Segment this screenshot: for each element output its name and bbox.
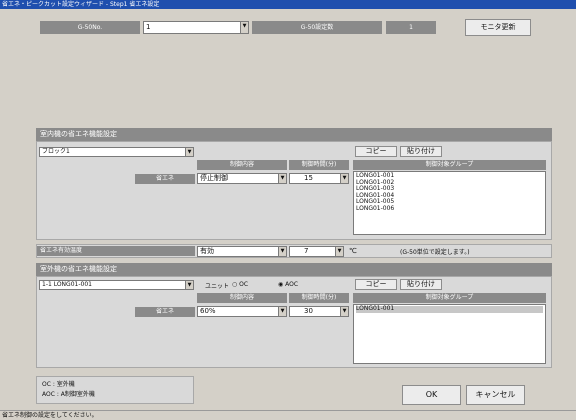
status-bar: 省エネ制御の設定をしてください。 <box>0 410 576 420</box>
list-item[interactable]: LONG01-001 <box>356 305 543 313</box>
indoor-section-header: 室内機の省エネ機能設定 <box>36 128 552 141</box>
indoor-group-list[interactable]: LONG01-001 LONG01-002 LONG01-003 LONG01-… <box>353 171 546 235</box>
chevron-down-icon[interactable]: ▼ <box>278 247 286 256</box>
window-title: 省エネ・ピークカット設定ウィザード - Step1 省エネ設定 <box>0 0 576 9</box>
indoor-paste-button[interactable]: 貼り付け <box>400 146 442 157</box>
status-text: 省エネ制御の設定をしてください。 <box>2 412 98 419</box>
outdoor-section-header: 室外機の省エネ機能設定 <box>36 263 552 276</box>
chevron-down-icon[interactable]: ▼ <box>340 174 348 183</box>
indoor-time-value: 15 <box>304 174 313 182</box>
chevron-down-icon[interactable]: ▼ <box>185 281 193 289</box>
outdoor-group-list[interactable]: LONG01-001 <box>353 304 546 364</box>
g50-no-value: 1 <box>146 23 151 31</box>
outdoor-paste-button[interactable]: 貼り付け <box>400 279 442 290</box>
outdoor-control-value: 60% <box>200 307 216 315</box>
energy-temp-unit: ℃ <box>349 247 357 255</box>
radio-on-icon[interactable]: ◉ <box>278 281 283 288</box>
outdoor-control-select[interactable]: 60% ▼ <box>197 306 287 317</box>
energy-temp-select[interactable]: 7 ▼ <box>289 246 344 257</box>
radio-off-icon[interactable]: ○ <box>232 281 237 288</box>
chevron-down-icon[interactable]: ▼ <box>278 307 286 316</box>
indoor-block-select[interactable]: ブロック1 ▼ <box>39 147 194 157</box>
chevron-down-icon[interactable]: ▼ <box>185 148 193 156</box>
outdoor-unit-value: 1-1 LONG01-001 <box>42 281 92 288</box>
legend-panel: OC : 室外機 AOC : A制御室外機 <box>36 376 194 404</box>
radio-aoc[interactable]: ◉ AOC <box>278 281 298 288</box>
energy-temp-label: 省エネ有効温度 <box>37 246 195 256</box>
radio-oc-label: OC <box>239 281 249 288</box>
energy-note: (G-50単位で設定します。) <box>400 249 470 256</box>
chevron-down-icon[interactable]: ▼ <box>240 22 248 33</box>
energy-enable-value: 有効 <box>200 247 214 255</box>
outdoor-col-time: 制御時間(分) <box>289 293 349 303</box>
legend-oc: OC : 室外機 <box>42 381 75 388</box>
cancel-button[interactable]: キャンセル <box>466 385 525 405</box>
g50-no-label: G-50No. <box>40 21 140 34</box>
chevron-down-icon[interactable]: ▼ <box>340 307 348 316</box>
energy-enable-select[interactable]: 有効 ▼ <box>197 246 287 257</box>
indoor-block-value: ブロック1 <box>42 148 70 155</box>
energy-temp-value: 7 <box>304 247 309 255</box>
indoor-col-group: 制御対象グループ <box>353 160 546 170</box>
outdoor-copy-button[interactable]: コピー <box>355 279 397 290</box>
outdoor-unit-label: ユニット <box>205 283 230 290</box>
chevron-down-icon[interactable]: ▼ <box>278 174 286 183</box>
indoor-row-label: 省エネ <box>135 174 195 184</box>
ok-button[interactable]: OK <box>402 385 461 405</box>
indoor-time-select[interactable]: 15 ▼ <box>289 173 349 184</box>
indoor-control-select[interactable]: 停止制御 ▼ <box>197 173 287 184</box>
indoor-control-value: 停止制御 <box>200 174 228 182</box>
g50-no-select[interactable]: 1 ▼ <box>143 21 249 34</box>
g50-config-label: G-50設定数 <box>252 21 382 34</box>
g50-config-value: 1 <box>386 21 436 34</box>
indoor-copy-button[interactable]: コピー <box>355 146 397 157</box>
indoor-col-time: 制御時間(分) <box>289 160 349 170</box>
outdoor-time-select[interactable]: 30 ▼ <box>289 306 349 317</box>
outdoor-time-value: 30 <box>304 307 313 315</box>
chevron-down-icon[interactable]: ▼ <box>335 247 343 256</box>
outdoor-col-control: 制御内容 <box>197 293 287 303</box>
outdoor-col-group: 制御対象グループ <box>353 293 546 303</box>
outdoor-unit-select[interactable]: 1-1 LONG01-001 ▼ <box>39 280 194 290</box>
legend-aoc: AOC : A制御室外機 <box>42 391 95 398</box>
list-item[interactable]: LONG01-006 <box>356 205 543 213</box>
indoor-col-control: 制御内容 <box>197 160 287 170</box>
radio-oc[interactable]: ○ OC <box>232 281 248 288</box>
outdoor-row-label: 省エネ <box>135 307 195 317</box>
monitor-refresh-button[interactable]: モニタ更新 <box>465 19 531 36</box>
radio-aoc-label: AOC <box>285 281 299 288</box>
